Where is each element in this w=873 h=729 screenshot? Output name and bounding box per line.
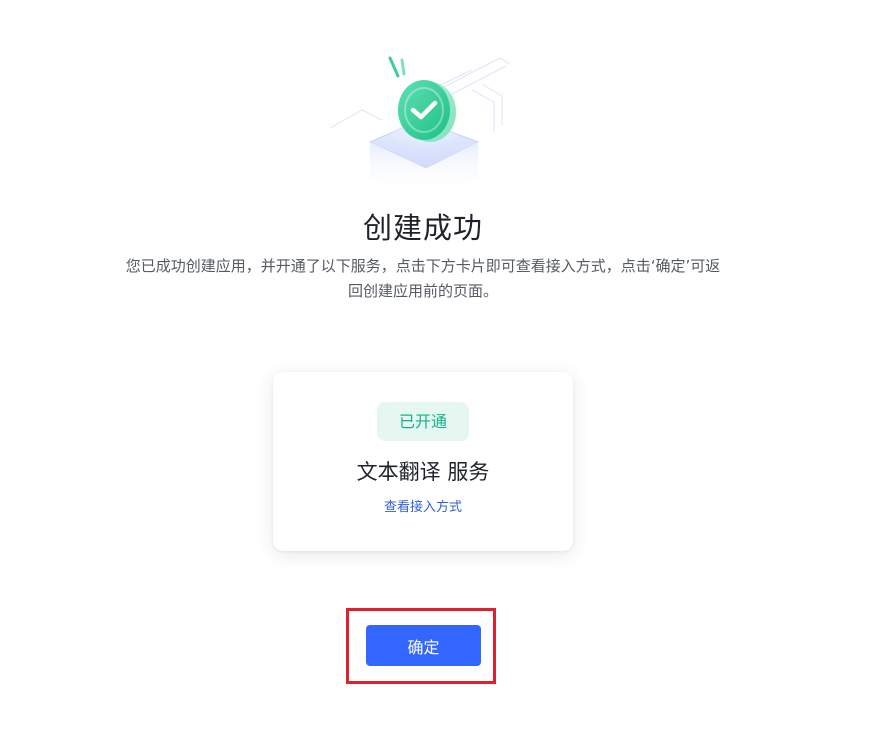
result-description: 您已成功创建应用，并开通了以下服务，点击下方卡片即可查看接入方式，点击‘确定’可…: [125, 257, 721, 300]
success-check-icon: [329, 56, 511, 195]
view-access-method-link[interactable]: 查看接入方式: [273, 496, 573, 515]
confirm-button[interactable]: 确定: [366, 625, 481, 666]
create-success-page: 创建成功 您已成功创建应用，并开通了以下服务，点击下方卡片即可查看接入方式，点击…: [0, 0, 873, 729]
page-title: 创建成功: [362, 211, 483, 245]
service-card[interactable]: 已开通 文本翻译 服务 查看接入方式: [273, 372, 573, 551]
status-badge: 已开通: [377, 402, 469, 441]
service-name: 文本翻译 服务: [356, 460, 490, 484]
